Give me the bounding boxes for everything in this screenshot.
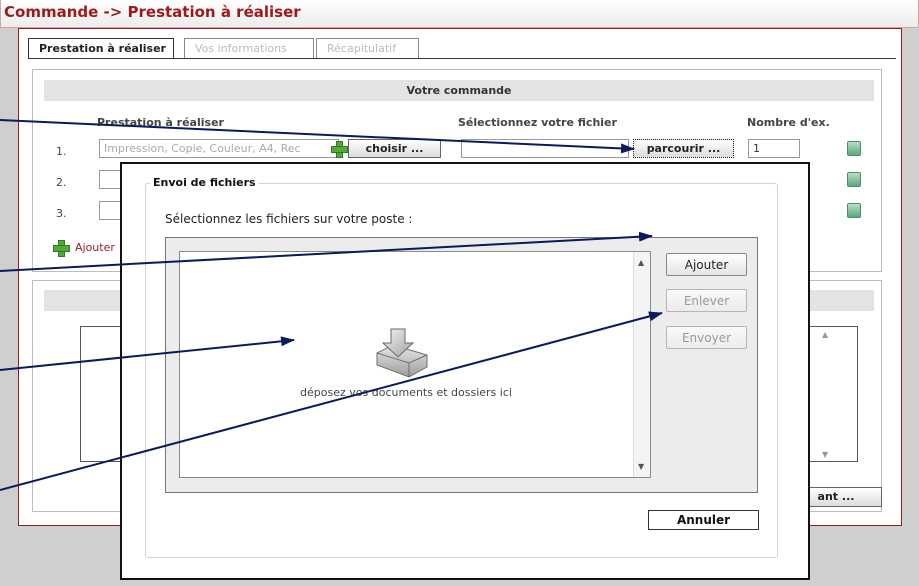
col-header-nombre: Nombre d'ex.: [747, 116, 830, 129]
add-prestation-icon[interactable]: [331, 141, 348, 158]
scroll-down-arrow[interactable]: ▼: [638, 462, 644, 471]
prestation-field[interactable]: Impression, Copie, Couleur, A4, Rec: [99, 139, 339, 158]
row-number: 2.: [56, 176, 67, 189]
quantity-field[interactable]: 1: [748, 139, 800, 158]
list-scroll-down[interactable]: ▼: [822, 450, 828, 459]
row-number: 1.: [56, 145, 67, 158]
trash-icon[interactable]: [847, 203, 861, 218]
dialog-instruction: Sélectionnez les fichiers sur votre post…: [165, 212, 413, 226]
col-header-prestation: Prestation à réaliser: [97, 116, 224, 129]
add-row-link[interactable]: Ajouter: [75, 241, 115, 254]
order-header: Votre commande: [44, 80, 874, 101]
col-header-fichier: Sélectionnez votre fichier: [458, 116, 617, 129]
choose-button[interactable]: choisir ...: [348, 139, 441, 158]
tab-vos-informations[interactable]: Vos informations: [184, 38, 314, 59]
plus-icon[interactable]: [53, 240, 70, 257]
tab-recapitulatif[interactable]: Récapitulatif: [316, 38, 419, 59]
remove-files-button[interactable]: Enlever: [666, 289, 747, 312]
file-field[interactable]: [461, 139, 629, 158]
drop-zone-label: déposez vos documents et dossiers ici: [300, 386, 512, 399]
send-files-button[interactable]: Envoyer: [666, 326, 747, 349]
trash-icon[interactable]: [847, 172, 861, 187]
dialog-legend: Envoi de fichiers: [150, 176, 259, 189]
row-number: 3.: [56, 207, 67, 220]
tab-divider: [28, 58, 896, 59]
drop-tray-icon: [371, 325, 433, 379]
drop-zone-scrollbar[interactable]: ▲ ▼: [633, 252, 650, 477]
tab-prestation[interactable]: Prestation à réaliser: [28, 38, 174, 59]
trash-icon[interactable]: [847, 141, 861, 156]
cancel-button[interactable]: Annuler: [648, 510, 759, 530]
list-scroll-up[interactable]: ▲: [822, 330, 828, 339]
page-title: Commande -> Prestation à réaliser: [4, 3, 301, 21]
scroll-up-arrow[interactable]: ▲: [638, 258, 644, 267]
browse-button[interactable]: parcourir ...: [633, 139, 734, 158]
add-files-button[interactable]: Ajouter: [666, 253, 747, 276]
